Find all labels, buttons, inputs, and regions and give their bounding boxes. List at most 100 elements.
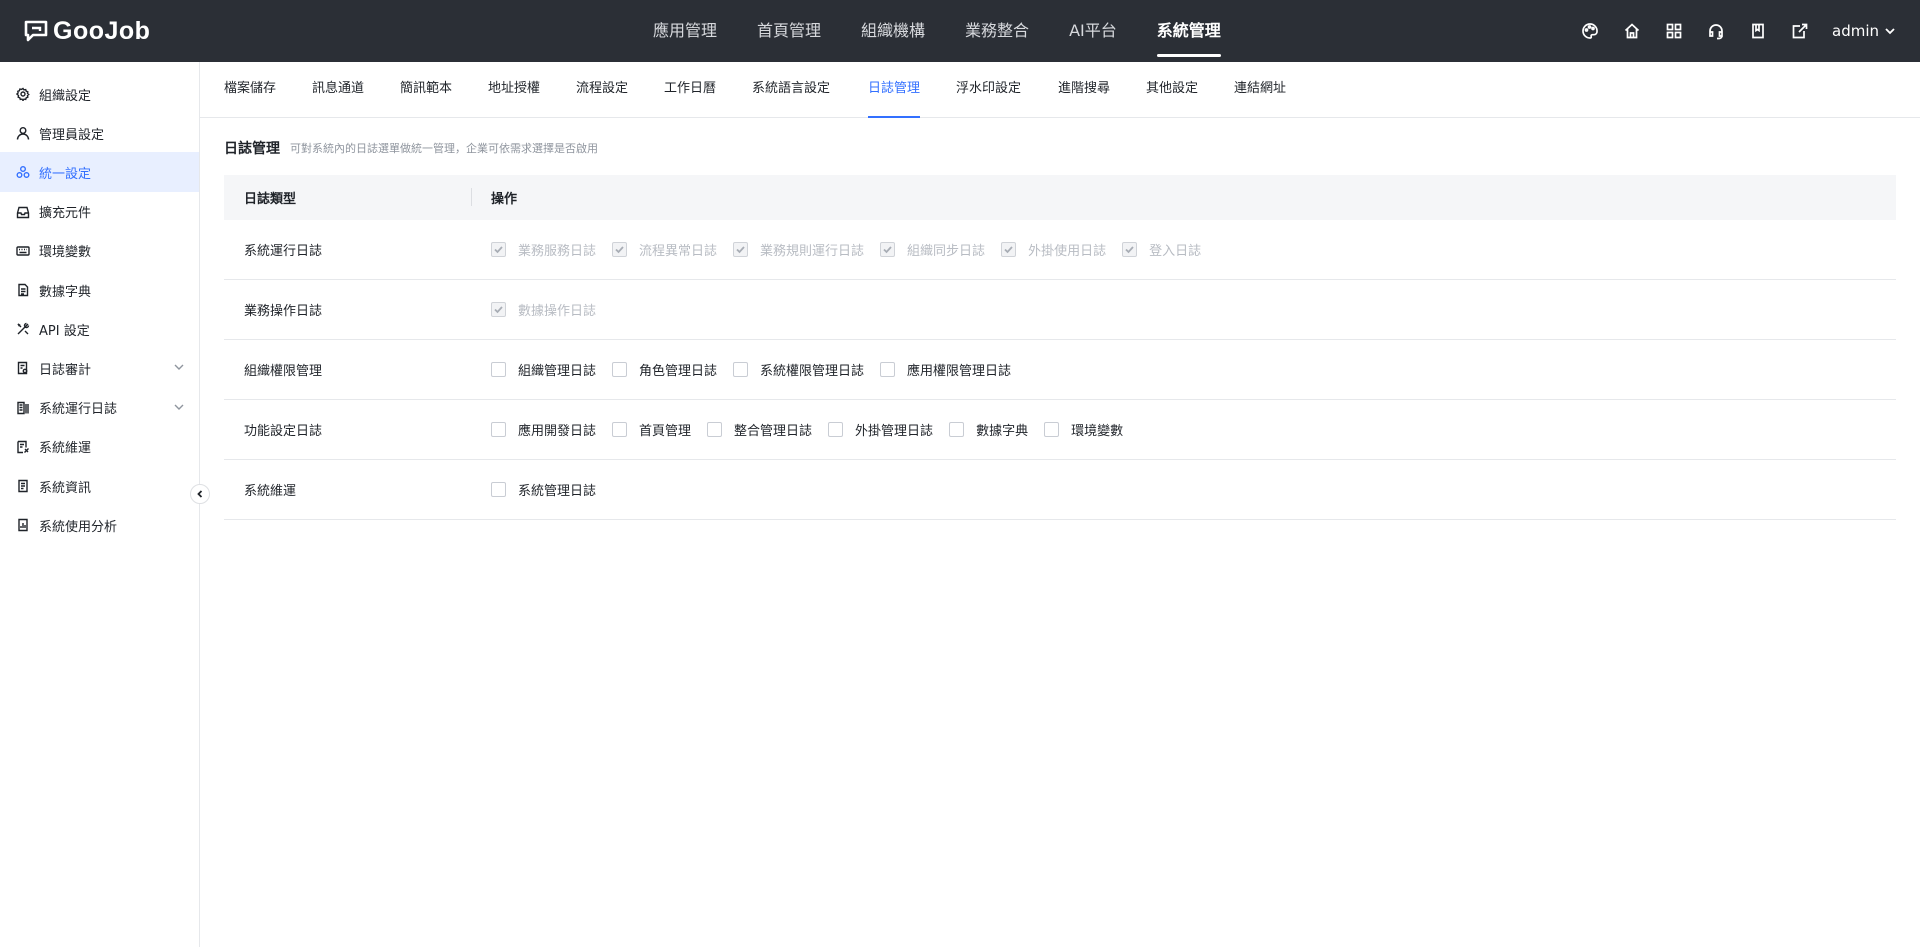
check-icon (494, 246, 503, 254)
sidebar-collapse-button[interactable] (190, 484, 210, 504)
sidebar-item-5[interactable]: 數據字典 (0, 270, 199, 310)
nav-item-3[interactable]: 業務整合 (965, 0, 1029, 62)
checkbox-box[interactable] (733, 362, 749, 377)
headset-icon[interactable] (1706, 21, 1726, 41)
checkbox-box (733, 242, 749, 257)
sidebar-item-label: 系統資訊 (39, 480, 92, 496)
tab-7[interactable]: 日誌管理 (868, 62, 921, 118)
log-checkbox[interactable]: 組織管理日誌 (491, 360, 596, 379)
log-checkbox[interactable]: 數據字典 (949, 420, 1028, 439)
sidebar-item-3[interactable]: 擴充元件 (0, 192, 199, 232)
user-icon (16, 126, 30, 140)
export-icon[interactable] (1790, 21, 1810, 41)
chevron-left-icon (197, 490, 203, 498)
log-checkbox[interactable]: 整合管理日誌 (707, 420, 812, 439)
tab-9[interactable]: 進階搜尋 (1058, 62, 1110, 118)
info-doc-icon (16, 479, 30, 493)
keyboard-icon (16, 244, 30, 258)
tab-8[interactable]: 浮水印設定 (956, 62, 1021, 118)
sidebar-item-label: 系統運行日誌 (39, 402, 118, 418)
sidebar-item-7[interactable]: 日誌審計 (0, 348, 199, 388)
nav-item-1[interactable]: 首頁管理 (757, 0, 821, 62)
tab-5[interactable]: 工作日曆 (664, 62, 716, 118)
checkbox-label: 數據字典 (976, 424, 1029, 439)
log-checkbox[interactable]: 系統權限管理日誌 (733, 360, 864, 379)
log-checkbox[interactable]: 環境變數 (1044, 420, 1123, 439)
table-row: 系統運行日誌 業務服務日誌 流程異常日誌 業務規則運行日誌 組織同步日誌 外掛使用日誌 登入… (224, 220, 1896, 280)
checkbox-box[interactable] (491, 422, 506, 437)
sidebar-item-0[interactable]: 組織設定 (0, 74, 199, 114)
checkbox-box (491, 302, 506, 317)
log-options: 應用開發日誌 首頁管理 整合管理日誌 外掛管理日誌 數據字典 環境變數 (471, 420, 1139, 439)
table-body: 系統運行日誌 業務服務日誌 流程異常日誌 業務規則運行日誌 組織同步日誌 外掛使用日誌 登入… (224, 220, 1896, 520)
book-icon[interactable] (1748, 21, 1768, 41)
tab-10[interactable]: 其他設定 (1146, 62, 1198, 118)
sidebar-item-label: 系統維運 (39, 441, 92, 457)
log-checkbox[interactable]: 外掛管理日誌 (828, 420, 933, 439)
log-checkbox[interactable]: 首頁管理 (612, 420, 691, 439)
tools-icon (16, 322, 30, 336)
log-icon (16, 401, 30, 415)
log-checkbox: 組織同步日誌 (880, 240, 985, 259)
tab-6[interactable]: 系統語言設定 (752, 62, 830, 118)
log-checkbox[interactable]: 應用開發日誌 (491, 420, 596, 439)
audit-icon (16, 361, 30, 375)
checkbox-box[interactable] (612, 422, 628, 437)
log-checkbox[interactable]: 角色管理日誌 (612, 360, 717, 379)
checkbox-box[interactable] (707, 422, 723, 437)
sidebar: 組織設定管理員設定統一設定 擴充元件 環境變數 數據字典 API 設定日誌審計系統運行日… (0, 62, 200, 947)
nav-item-5[interactable]: 系統管理 (1156, 0, 1221, 62)
log-checkbox: 外掛使用日誌 (1001, 240, 1106, 259)
column-divider (471, 188, 472, 206)
grid-icon[interactable] (1664, 21, 1684, 41)
nav-item-4[interactable]: AI平台 (1069, 0, 1117, 62)
log-checkbox[interactable]: 系統管理日誌 (491, 480, 596, 499)
checkbox-label: 環境變數 (1071, 424, 1124, 439)
log-checkbox: 業務服務日誌 (491, 240, 596, 259)
checkbox-box[interactable] (828, 422, 844, 437)
checkbox-box[interactable] (1044, 422, 1060, 437)
checkbox-box[interactable] (491, 362, 506, 377)
sidebar-item-8[interactable]: 系統運行日誌 (0, 388, 199, 428)
tab-1[interactable]: 訊息通道 (312, 62, 364, 118)
home-icon[interactable] (1622, 21, 1642, 41)
gear-icon (16, 87, 30, 101)
sidebar-item-2[interactable]: 統一設定 (0, 152, 199, 193)
sidebar-item-6[interactable]: API 設定 (0, 309, 199, 349)
settings-tabs: 檔案儲存 訊息通道 簡訊範本 地址授權 流程設定 工作日曆 系統語言設定 日誌管理 浮水印設定進… (200, 62, 1920, 118)
checkbox-box (1122, 242, 1138, 257)
log-options: 業務服務日誌 流程異常日誌 業務規則運行日誌 組織同步日誌 外掛使用日誌 登入日誌 (471, 240, 1217, 259)
tab-3[interactable]: 地址授權 (488, 62, 540, 118)
logo-icon (24, 20, 48, 42)
checkbox-label: 組織管理日誌 (518, 364, 597, 379)
log-settings-table: 日誌類型 操作 系統運行日誌 業務服務日誌 流程異常日誌 業務規則運行日誌 組織同步日誌… (224, 175, 1896, 520)
user-menu[interactable]: admin (1832, 22, 1896, 40)
sidebar-item-label: API 設定 (39, 323, 90, 339)
log-checkbox[interactable]: 應用權限管理日誌 (880, 360, 1011, 379)
checkbox-box[interactable] (491, 482, 506, 497)
checkbox-box[interactable] (612, 362, 628, 377)
nav-item-0[interactable]: 應用管理 (653, 0, 717, 62)
sidebar-item-4[interactable]: 環境變數 (0, 231, 199, 271)
checkbox-label: 首頁管理 (639, 424, 692, 439)
sidebar-item-11[interactable]: 系統使用分析 (0, 505, 199, 545)
cluster-icon (16, 165, 30, 179)
log-options: 組織管理日誌 角色管理日誌 系統權限管理日誌 應用權限管理日誌 (471, 360, 1027, 379)
tab-2[interactable]: 簡訊範本 (400, 62, 452, 118)
nav-item-2[interactable]: 組織機構 (861, 0, 925, 62)
checkbox-box[interactable] (949, 422, 965, 437)
tab-4[interactable]: 流程設定 (576, 62, 628, 118)
username: admin (1832, 22, 1879, 40)
column-header-actions: 操作 (491, 192, 518, 207)
sidebar-item-1[interactable]: 管理員設定 (0, 113, 199, 153)
logo-text: GooJob (53, 16, 151, 45)
palette-icon[interactable] (1580, 21, 1600, 41)
checkbox-box[interactable] (880, 362, 896, 377)
tab-11[interactable]: 連結網址 (1234, 62, 1286, 118)
sidebar-item-label: 管理員設定 (39, 127, 105, 143)
app-logo[interactable]: GooJob (24, 16, 150, 46)
sidebar-item-10[interactable]: 系統資訊 (0, 466, 199, 506)
check-icon (494, 306, 503, 314)
sidebar-item-9[interactable]: 系統維運 (0, 427, 199, 467)
tab-0[interactable]: 檔案儲存 (224, 62, 276, 118)
